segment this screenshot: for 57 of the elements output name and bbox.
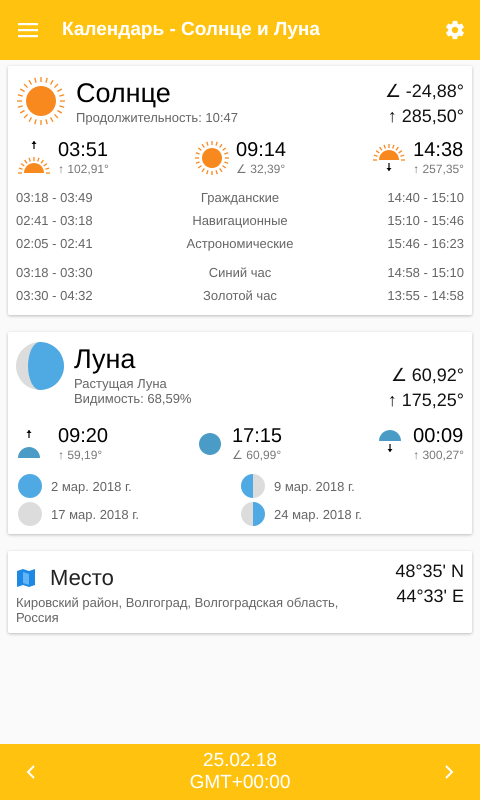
moon-phase: Растущая Луна	[74, 376, 168, 391]
moonrise-icon	[16, 428, 42, 458]
twilight-label: Синий час	[208, 265, 272, 280]
place-address: Кировский район, Волгоград, Волгоградская область, Россия	[16, 595, 340, 625]
phase-date: 17 мар. 2018 г.	[51, 506, 139, 522]
event-angle: ↑ 59,19°	[58, 448, 104, 462]
time-range: 02:05 - 02:41	[16, 236, 94, 251]
time-range: 15:46 - 16:23	[386, 236, 464, 251]
moon-azimuth: ↑ 175,25°	[388, 390, 464, 411]
event-time: 17:15	[232, 425, 282, 448]
sun-icon	[194, 140, 230, 176]
previous-button[interactable]	[26, 765, 36, 779]
event-angle: ∠ 32,39°	[236, 162, 286, 176]
twilight-label: Навигационные	[191, 213, 289, 228]
day-length: Продолжительность: 10:47	[76, 110, 239, 125]
event-time: 09:14	[236, 139, 286, 162]
phase-date: 9 мар. 2018 г.	[274, 478, 355, 494]
sun-altitude: ∠ -24,88°	[384, 80, 464, 102]
time-range: 03:30 - 04:32	[16, 288, 94, 303]
place-title: Место	[50, 564, 114, 592]
twilight-label: Гражданские	[200, 190, 280, 205]
event-angle: ↑ 300,27°	[413, 448, 464, 462]
time-range: 14:58 - 15:10	[386, 265, 464, 280]
event-time: 09:20	[58, 425, 108, 448]
sun-azimuth: ↑ 285,50°	[388, 106, 464, 127]
event-angle: ∠ 60,99°	[232, 448, 282, 462]
moon-icon	[198, 432, 222, 456]
event-time: 00:09	[413, 425, 464, 448]
time-range: 03:18 - 03:30	[16, 265, 94, 280]
time-range: 13:55 - 14:58	[386, 288, 464, 303]
sunrise-icon	[16, 140, 52, 176]
twilight-label: Астрономические	[186, 236, 294, 251]
map-icon	[16, 568, 36, 588]
event-time: 03:51	[58, 139, 109, 162]
twilight-label: Золотой час	[202, 288, 278, 303]
moon-visibility: Видимость: 68,59%	[74, 391, 192, 406]
moon-altitude: ∠ 60,92°	[390, 364, 464, 386]
sun-icon	[16, 76, 66, 126]
timezone: GMT+00:00	[190, 772, 290, 794]
event-angle: ↑ 102,91°	[58, 162, 109, 176]
time-range: 03:18 - 03:49	[16, 190, 94, 205]
latitude: 48°35' N	[395, 561, 464, 582]
time-range: 02:41 - 03:18	[16, 213, 94, 228]
phase-date: 24 мар. 2018 г.	[274, 506, 362, 522]
current-date: 25.02.18	[203, 750, 277, 772]
moon-title: Луна	[74, 343, 136, 376]
app-title: Календарь - Солнце и Луна	[62, 19, 321, 41]
event-angle: ↑ 257,35°	[413, 162, 464, 176]
settings-button[interactable]	[444, 19, 466, 41]
phase-date: 2 мар. 2018 г.	[51, 478, 132, 494]
menu-button[interactable]	[18, 22, 38, 38]
event-time: 14:38	[413, 139, 464, 162]
time-range: 14:40 - 15:10	[386, 190, 464, 205]
time-range: 15:10 - 15:46	[386, 213, 464, 228]
next-button[interactable]	[444, 765, 454, 779]
longitude: 44°33' E	[396, 586, 464, 607]
sun-title: Солнце	[76, 77, 172, 110]
